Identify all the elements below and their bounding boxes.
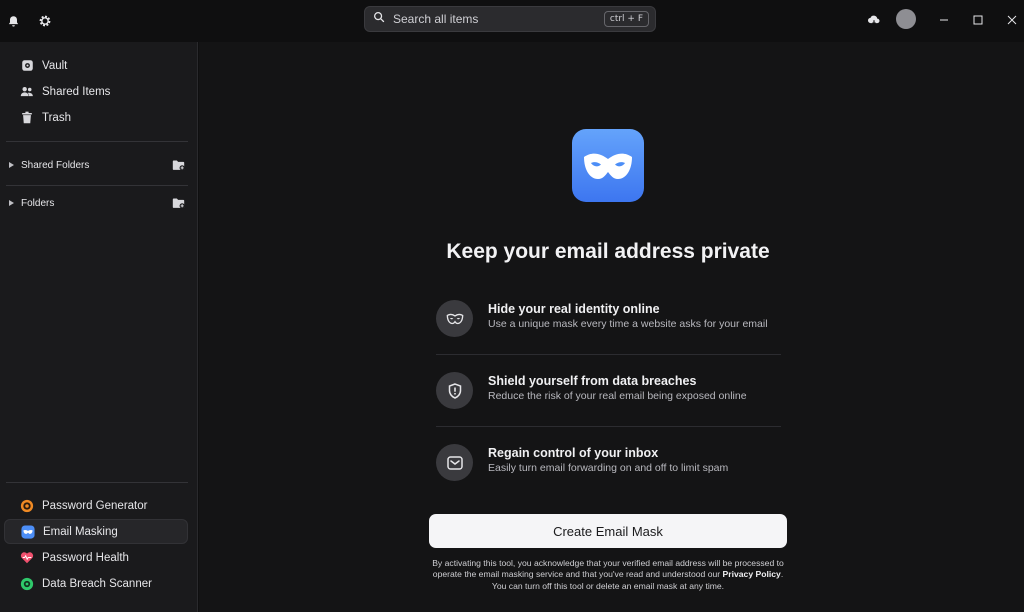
add-folder-icon[interactable] — [172, 196, 186, 210]
maximize-icon[interactable] — [968, 10, 988, 30]
create-email-mask-button[interactable]: Create Email Mask — [429, 514, 787, 548]
mail-icon — [436, 444, 473, 481]
sidebar-item-password-generator[interactable]: Password Generator — [4, 493, 188, 518]
feature-shield-breaches: Shield yourself from data breaches Reduc… — [436, 372, 781, 412]
avatar[interactable] — [896, 9, 916, 29]
section-label: Folders — [21, 197, 55, 209]
main-panel: Keep your email address private Hide you… — [199, 42, 1024, 612]
feature-title: Regain control of your inbox — [488, 446, 659, 460]
feature-title: Hide your real identity online — [488, 302, 660, 316]
sidebar-item-label: Shared Items — [42, 85, 111, 98]
sidebar-item-label: Data Breach Scanner — [42, 577, 152, 590]
privacy-policy-link[interactable]: Privacy Policy — [723, 569, 781, 579]
sidebar-section-shared-folders[interactable]: Shared Folders — [4, 155, 188, 175]
caret-right-icon[interactable] — [9, 161, 15, 169]
feature-divider — [436, 354, 781, 355]
gear-icon[interactable] — [35, 11, 55, 31]
sidebar-item-trash[interactable]: Trash — [4, 105, 188, 130]
search-bar[interactable]: Search all items ctrl + F — [364, 6, 656, 32]
close-icon[interactable] — [1002, 10, 1022, 30]
search-shortcut-hint: ctrl + F — [603, 11, 649, 27]
people-icon — [20, 85, 34, 99]
sidebar-item-data-breach-scanner[interactable]: Data Breach Scanner — [4, 571, 188, 596]
feature-description: Reduce the risk of your real email being… — [488, 390, 747, 402]
sidebar-item-label: Trash — [42, 111, 71, 124]
feature-divider — [436, 426, 781, 427]
search-placeholder: Search all items — [393, 12, 479, 26]
sidebar-section-folders[interactable]: Folders — [4, 193, 188, 213]
search-icon — [373, 10, 385, 28]
minimize-icon[interactable] — [934, 10, 954, 30]
mask-icon — [436, 300, 473, 337]
scanner-icon — [20, 577, 34, 591]
caret-right-icon[interactable] — [9, 199, 15, 207]
shield-icon — [436, 372, 473, 409]
title-bar: Search all items ctrl + F — [0, 0, 1024, 42]
email-mask-hero-icon — [572, 129, 644, 202]
heart-icon — [20, 551, 34, 565]
legal-notice: By activating this tool, you acknowledge… — [426, 558, 790, 592]
sidebar-divider — [6, 482, 188, 483]
sidebar: Vault Shared Items Trash Shared Folders … — [0, 42, 198, 612]
sidebar-item-label: Vault — [42, 59, 68, 72]
cloud-sync-icon[interactable] — [864, 10, 884, 30]
feature-description: Easily turn email forwarding on and off … — [488, 462, 729, 474]
feature-title: Shield yourself from data breaches — [488, 374, 697, 388]
sidebar-item-email-masking[interactable]: Email Masking — [4, 519, 188, 544]
sidebar-item-shared-items[interactable]: Shared Items — [4, 79, 188, 104]
add-folder-icon[interactable] — [172, 158, 186, 172]
feature-regain-inbox: Regain control of your inbox Easily turn… — [436, 444, 781, 484]
page-title: Keep your email address private — [446, 240, 770, 263]
sidebar-divider — [6, 185, 188, 186]
sidebar-item-password-health[interactable]: Password Health — [4, 545, 188, 570]
vault-icon — [20, 59, 34, 73]
feature-hide-identity: Hide your real identity online Use a uni… — [436, 300, 781, 340]
section-label: Shared Folders — [21, 159, 90, 171]
trash-icon — [20, 111, 34, 125]
bell-icon[interactable] — [3, 11, 23, 31]
sidebar-item-label: Password Generator — [42, 499, 148, 512]
feature-description: Use a unique mask every time a website a… — [488, 318, 768, 330]
sidebar-item-vault[interactable]: Vault — [4, 53, 188, 78]
password-generator-icon — [20, 499, 34, 513]
sidebar-item-label: Password Health — [42, 551, 129, 564]
sidebar-divider — [6, 141, 188, 142]
sidebar-item-label: Email Masking — [43, 525, 118, 538]
email-mask-icon — [21, 524, 35, 539]
